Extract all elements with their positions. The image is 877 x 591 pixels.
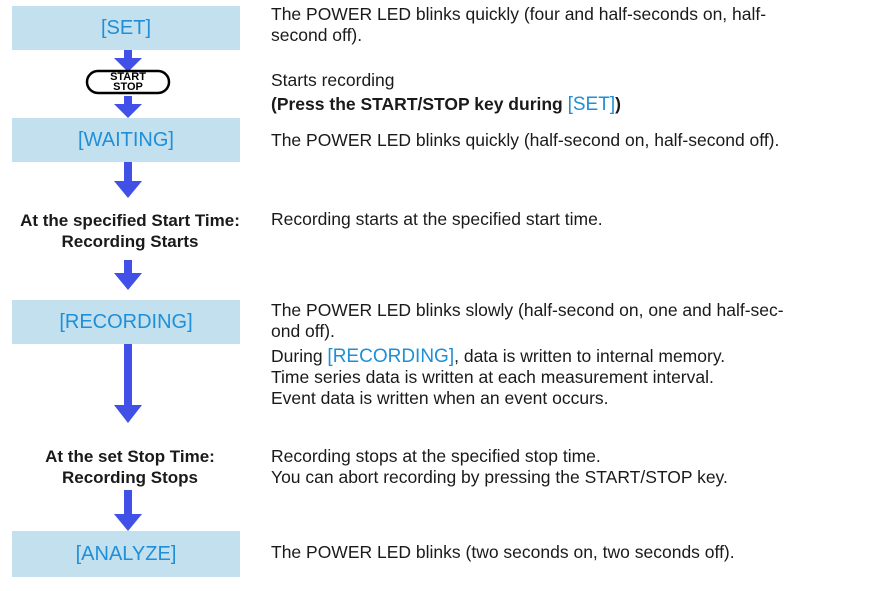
start-time-label-line2: Recording Starts [61, 232, 199, 251]
desc-key: Starts recording (Press the START/STOP k… [271, 68, 871, 117]
arrow-recording-to-stop [114, 344, 142, 423]
desc-recording-line2: ond off). [271, 321, 335, 341]
stop-time-label-line1: At the set Stop Time: [45, 447, 215, 466]
desc-recording-line5: Event data is written when an event occu… [271, 388, 609, 408]
desc-waiting-line: The POWER LED blinks quickly (half-secon… [271, 130, 780, 150]
start-time-label-line1: At the specified Start Time: [20, 211, 240, 230]
desc-start: Recording starts at the specified start … [271, 209, 871, 230]
state-waiting: [WAITING] [12, 118, 240, 162]
state-recording: [RECORDING] [12, 300, 240, 344]
arrow-waiting-to-start [114, 162, 142, 198]
desc-key-line1: Starts recording [271, 70, 395, 90]
stop-time-label-line2: Recording Stops [61, 468, 198, 487]
desc-recording-line3-hl: [RECORDING] [327, 346, 455, 367]
desc-analyze: The POWER LED blinks (two seconds on, tw… [271, 542, 871, 563]
desc-analyze-line: The POWER LED blinks (two seconds on, tw… [271, 542, 735, 562]
desc-recording-line1: The POWER LED blinks slowly (half-second… [271, 300, 784, 320]
desc-stop-line2: You can abort recording by pressing the … [271, 467, 728, 487]
start-stop-key-icon: START STOP [85, 68, 171, 96]
desc-recording-line3: During [RECORDING], data is written to i… [271, 346, 871, 367]
arrow-key-to-waiting [114, 96, 142, 118]
stop-time-label: At the set Stop Time: Recording Stops [4, 446, 256, 488]
desc-waiting: The POWER LED blinks quickly (half-secon… [271, 130, 871, 151]
state-analyze: [ANALYZE] [12, 531, 240, 577]
start-time-label: At the specified Start Time: Recording S… [4, 210, 256, 252]
desc-recording: The POWER LED blinks slowly (half-second… [271, 300, 871, 409]
desc-recording-line3-pre: During [271, 346, 328, 366]
desc-stop: Recording stops at the specified stop ti… [271, 446, 871, 488]
state-set: [SET] [12, 6, 240, 50]
desc-set-line1: The POWER LED blinks quickly (four and h… [271, 4, 767, 24]
arrow-stop-to-analyze [114, 490, 142, 531]
desc-recording-line4: Time series data is written at each meas… [271, 367, 714, 387]
desc-key-line2: (Press the START/STOP key during [SET]) [271, 92, 871, 117]
desc-key-line2-post: ) [615, 94, 621, 114]
desc-set-line2: second off). [271, 25, 363, 45]
arrow-start-to-recording [114, 260, 142, 290]
desc-start-line: Recording starts at the specified start … [271, 209, 603, 229]
desc-stop-line1: Recording stops at the specified stop ti… [271, 446, 601, 466]
desc-key-line2-hl: [SET] [567, 94, 616, 115]
desc-key-line2-pre: (Press the START/STOP key during [271, 94, 568, 114]
key-label-stop: STOP [113, 81, 143, 93]
desc-set: The POWER LED blinks quickly (four and h… [271, 4, 871, 46]
desc-recording-line3-post: , data is written to internal memory. [454, 346, 726, 366]
